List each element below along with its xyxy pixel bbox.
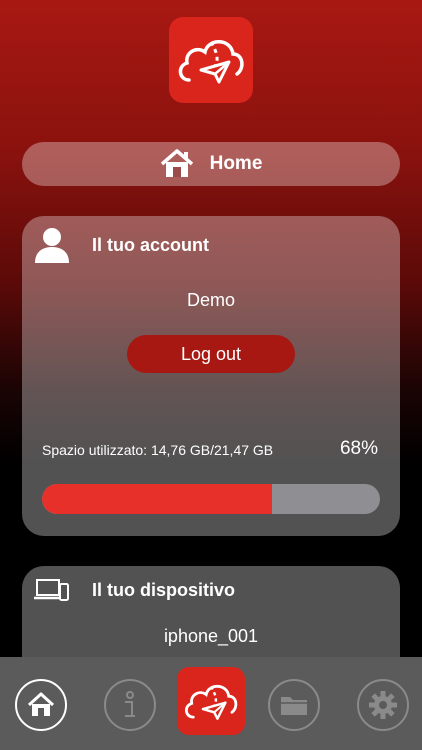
tab-info[interactable] bbox=[104, 679, 156, 731]
house-icon bbox=[27, 692, 55, 716]
user-icon bbox=[35, 228, 69, 263]
folder-icon bbox=[281, 697, 307, 715]
info-icon bbox=[125, 691, 135, 717]
logout-button[interactable]: Log out bbox=[127, 335, 295, 373]
account-title: Il tuo account bbox=[92, 234, 209, 255]
storage-percent: 68% bbox=[339, 438, 378, 459]
tab-settings[interactable] bbox=[357, 679, 409, 731]
storage-progress-bar bbox=[42, 484, 380, 514]
cloud-paper-plane-icon bbox=[178, 40, 244, 84]
app-logo bbox=[169, 17, 253, 103]
account-header: Il tuo account bbox=[34, 226, 209, 264]
device-title: Il tuo dispositivo bbox=[92, 579, 235, 600]
house-icon bbox=[160, 149, 193, 177]
devices-icon bbox=[34, 579, 69, 601]
account-card: Il tuo account Demo Log out Spazio utili… bbox=[22, 216, 400, 536]
home-button[interactable]: Home bbox=[22, 142, 400, 186]
cloud-paper-plane-icon bbox=[185, 684, 238, 720]
device-header: Il tuo dispositivo bbox=[34, 578, 235, 602]
tab-files[interactable] bbox=[268, 679, 320, 731]
tab-upload[interactable] bbox=[177, 667, 245, 735]
gear-icon bbox=[369, 691, 397, 719]
account-username: Demo bbox=[186, 290, 235, 310]
tab-home[interactable] bbox=[15, 679, 67, 731]
home-label: Home bbox=[209, 153, 263, 174]
storage-usage-label: Spazio utilizzato: 14,76 GB/21,47 GB bbox=[42, 442, 274, 458]
storage-progress-fill bbox=[42, 484, 272, 514]
device-name: iphone_001 bbox=[163, 626, 259, 646]
